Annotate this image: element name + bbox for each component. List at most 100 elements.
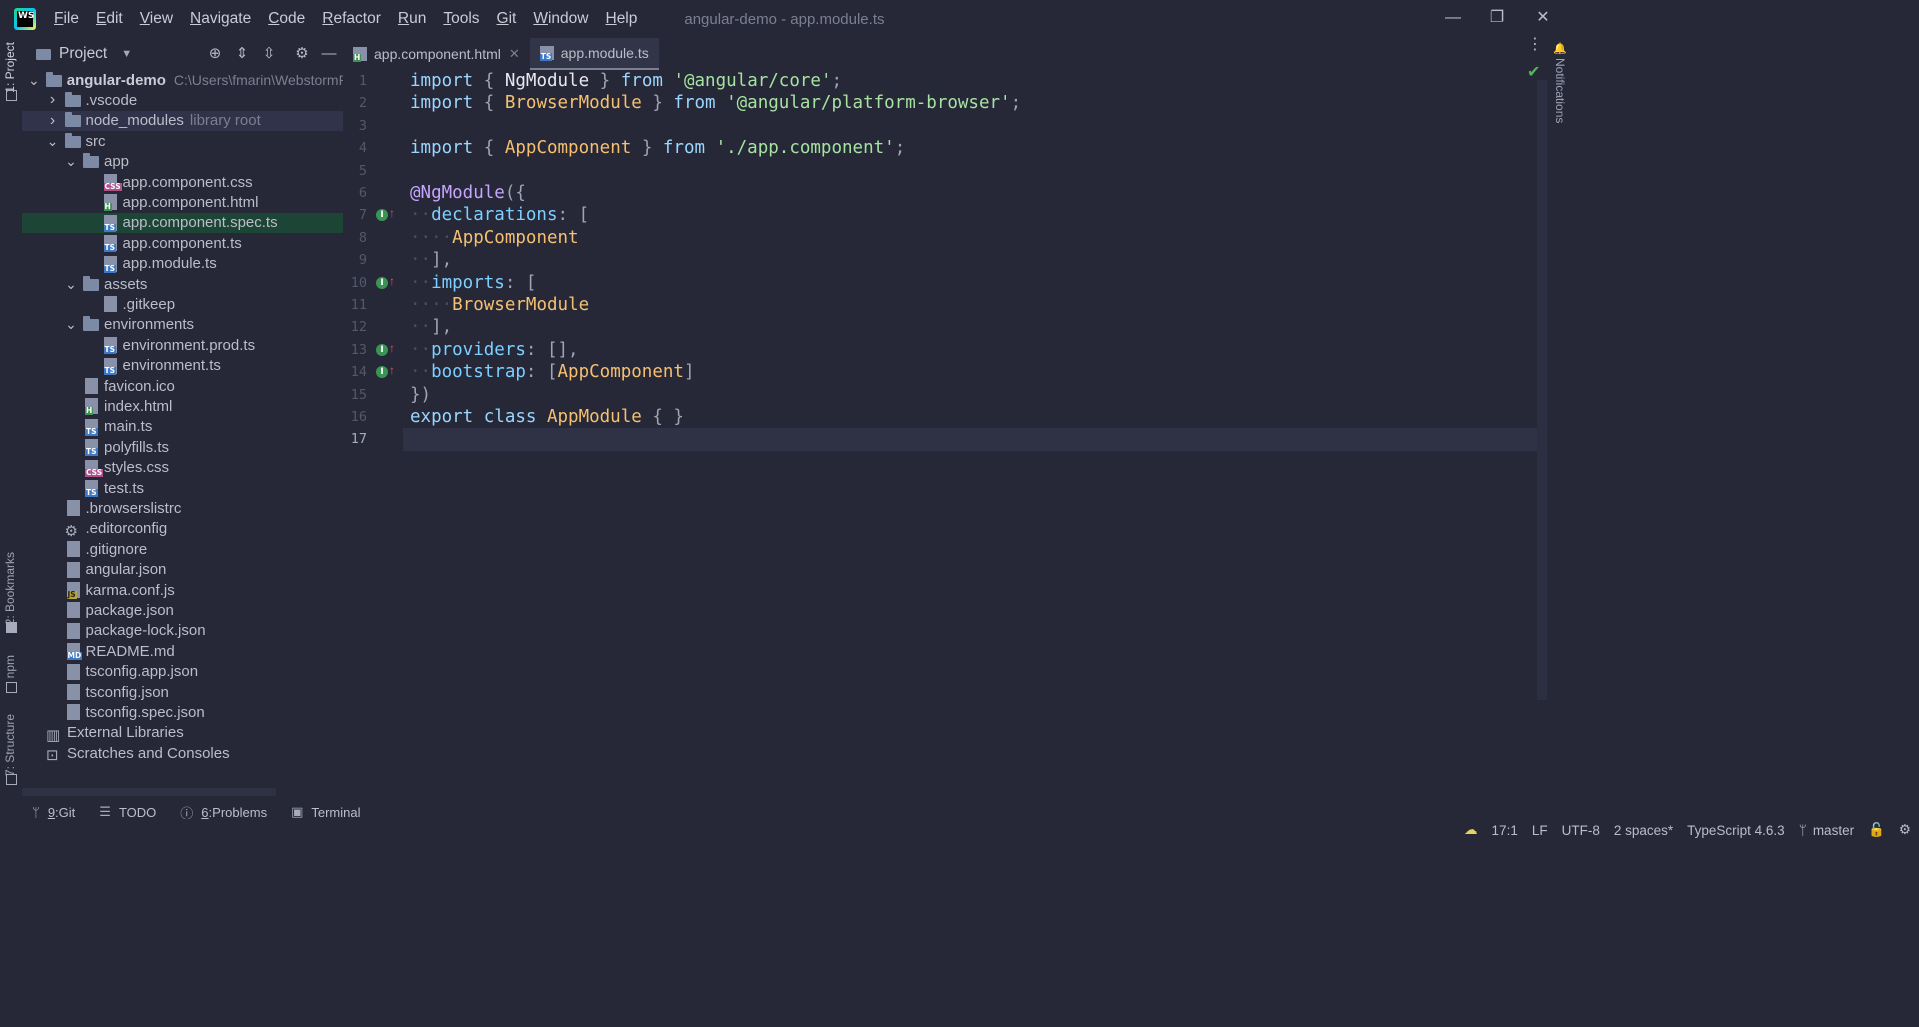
- tree-file[interactable]: MD README.md: [22, 641, 343, 661]
- tool-git[interactable]: ᛘ9: Git: [32, 805, 75, 820]
- locate-icon[interactable]: ⊕: [205, 44, 225, 64]
- code-line[interactable]: ····BrowserModule: [403, 294, 1547, 316]
- tree-folder[interactable]: ⌄ app: [22, 152, 343, 172]
- tree-file[interactable]: Happ.component.html: [22, 192, 343, 212]
- close-tab-icon[interactable]: ✕: [509, 46, 520, 62]
- tree-folder[interactable]: ⌄ assets: [22, 274, 343, 294]
- tree-file[interactable]: TS environment.prod.ts: [22, 335, 343, 355]
- editor-tab[interactable]: TS app.module.ts: [529, 38, 659, 70]
- tree-file[interactable]: angular.json: [22, 560, 343, 580]
- minimize-icon[interactable]: —: [1442, 8, 1464, 30]
- implemented-marker-icon[interactable]: I: [376, 343, 388, 356]
- structure-icon[interactable]: [6, 774, 17, 785]
- tree-file[interactable]: tsconfig.spec.json: [22, 702, 343, 722]
- menu-file[interactable]: File: [54, 10, 79, 28]
- navigate-up-arrow-icon[interactable]: ↑: [389, 206, 395, 220]
- tree-folder[interactable]: ⌄ src: [22, 131, 343, 151]
- tool-tab-structure[interactable]: 7: Structure: [3, 714, 17, 776]
- tree-file[interactable]: TS environment.ts: [22, 356, 343, 376]
- implemented-marker-icon[interactable]: I: [376, 366, 388, 379]
- bell-icon[interactable]: 🔔: [1553, 42, 1567, 55]
- tool-terminal[interactable]: ▣ Terminal: [291, 804, 360, 820]
- navigate-up-arrow-icon[interactable]: ↑: [389, 363, 395, 377]
- git-branch[interactable]: master: [1813, 823, 1854, 838]
- tree-file[interactable]: CSS styles.css: [22, 458, 343, 478]
- no-problems-check-icon[interactable]: ✔: [1527, 62, 1540, 82]
- code-line[interactable]: [403, 428, 1547, 451]
- expand-all-icon[interactable]: ⇕: [232, 44, 252, 64]
- tree-file[interactable]: tsconfig.json: [22, 682, 343, 702]
- tree-folder[interactable]: › node_modules library root: [22, 110, 343, 131]
- tree-folder[interactable]: ⌄ environments: [22, 315, 343, 335]
- tree-file[interactable]: tsconfig.app.json: [22, 662, 343, 682]
- menu-edit[interactable]: Edit: [96, 10, 123, 28]
- editor-tab[interactable]: Happ.component.html ✕: [343, 38, 530, 70]
- more-options-icon[interactable]: ⋮: [1527, 37, 1543, 53]
- bookmark-icon[interactable]: [6, 622, 17, 633]
- lock-icon[interactable]: 🔓: [1868, 822, 1885, 838]
- tool-tab-bookmarks[interactable]: 2: Bookmarks: [3, 552, 17, 625]
- menu-view[interactable]: View: [140, 10, 173, 28]
- close-window-icon[interactable]: ✕: [1532, 8, 1554, 30]
- chevron-down-icon[interactable]: ⌄: [65, 276, 77, 293]
- chevron-down-icon[interactable]: ⌄: [47, 133, 59, 150]
- indent-setting[interactable]: 2 spaces*: [1614, 823, 1673, 838]
- tree-file[interactable]: .browserslistrc: [22, 498, 343, 518]
- code-line[interactable]: import { BrowserModule } from '@angular/…: [403, 92, 1547, 114]
- code-line[interactable]: import { NgModule } from '@angular/core'…: [403, 70, 1547, 92]
- file-encoding[interactable]: UTF-8: [1562, 823, 1600, 838]
- tree-file[interactable]: package.json: [22, 600, 343, 620]
- menu-refactor[interactable]: Refactor: [322, 10, 381, 28]
- tree-file[interactable]: ›▥External Libraries: [22, 723, 343, 744]
- chevron-down-icon[interactable]: ▼: [121, 48, 132, 60]
- chevron-down-icon[interactable]: ⌄: [65, 316, 77, 333]
- implemented-marker-icon[interactable]: I: [376, 276, 388, 289]
- collapse-all-icon[interactable]: ⇳: [259, 44, 279, 64]
- menu-tools[interactable]: Tools: [443, 10, 479, 28]
- tree-file[interactable]: .gitignore: [22, 539, 343, 559]
- project-folder-icon[interactable]: [6, 90, 17, 101]
- chevron-down-icon[interactable]: ⌄: [65, 153, 77, 170]
- tree-file[interactable]: CSS app.component.css: [22, 172, 343, 192]
- tree-file[interactable]: package-lock.json: [22, 621, 343, 641]
- code-line[interactable]: [403, 115, 1547, 137]
- tree-file[interactable]: ›⊡Scratches and Consoles: [22, 743, 343, 765]
- menu-window[interactable]: Window: [533, 10, 588, 28]
- menu-code[interactable]: Code: [268, 10, 305, 28]
- chevron-right-icon[interactable]: ›: [47, 91, 59, 109]
- code-line[interactable]: @NgModule({: [403, 182, 1547, 204]
- tree-file[interactable]: Hindex.html: [22, 396, 343, 416]
- menu-help[interactable]: Help: [605, 10, 637, 28]
- code-line[interactable]: ··imports: [: [403, 272, 1547, 294]
- restore-icon[interactable]: ❐: [1486, 8, 1508, 30]
- code-line[interactable]: export class AppModule { }: [403, 406, 1547, 428]
- implemented-marker-icon[interactable]: I: [376, 209, 388, 222]
- editor-vertical-scrollbar[interactable]: [1537, 80, 1547, 700]
- code-line[interactable]: ··providers: [],: [403, 339, 1547, 361]
- tree-folder[interactable]: › .vscode: [22, 90, 343, 110]
- code-line[interactable]: ··bootstrap: [AppComponent]: [403, 361, 1547, 383]
- code-line[interactable]: }): [403, 384, 1547, 406]
- tree-file[interactable]: TS polyfills.ts: [22, 437, 343, 457]
- tree-file[interactable]: TS app.component.spec.ts: [22, 212, 343, 233]
- menu-navigate[interactable]: Navigate: [190, 10, 251, 28]
- tool-tab-npm[interactable]: npm: [3, 655, 17, 678]
- tree-file[interactable]: ⚙ .editorconfig: [22, 519, 343, 540]
- navigate-up-arrow-icon[interactable]: ↑: [389, 341, 395, 355]
- code-line[interactable]: ····AppComponent: [403, 227, 1547, 249]
- menu-run[interactable]: Run: [398, 10, 426, 28]
- navigate-up-arrow-icon[interactable]: ↑: [389, 274, 395, 288]
- tool-tab-project[interactable]: 1: Project: [3, 42, 17, 93]
- language-service[interactable]: TypeScript 4.6.3: [1687, 823, 1785, 838]
- webstorm-logo-icon[interactable]: WS: [14, 8, 36, 30]
- tree-file[interactable]: TS app.module.ts: [22, 254, 343, 274]
- npm-icon[interactable]: [6, 682, 17, 693]
- settings-gear-icon[interactable]: ⚙: [1899, 822, 1911, 838]
- code-line[interactable]: ··declarations: [: [403, 204, 1547, 226]
- tool-tab-notifications[interactable]: Notifications: [1553, 58, 1567, 123]
- tree-folder[interactable]: ⌄ angular-demo C:\Users\fmarin\WebstormPro…: [22, 70, 343, 90]
- cloud-status-icon[interactable]: ☁: [1464, 822, 1478, 838]
- code-line[interactable]: [403, 160, 1547, 182]
- project-horizontal-scrollbar[interactable]: [22, 788, 276, 796]
- code-line[interactable]: import { AppComponent } from './app.comp…: [403, 137, 1547, 159]
